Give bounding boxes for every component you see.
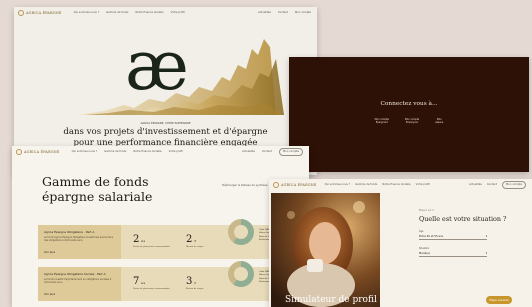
brand-name: AGRICA ÉPARGNE bbox=[281, 182, 317, 187]
simulator-form: Étape 1 sur 4 Quelle est votre situation… bbox=[419, 209, 506, 257]
account-button[interactable]: Mon compte bbox=[501, 181, 526, 189]
logo-icon bbox=[273, 182, 279, 188]
age-select[interactable]: Entre 40 et 55 ans ▾ bbox=[419, 235, 487, 240]
allocation-donut-chart bbox=[228, 261, 254, 287]
connect-option-sublabel: Épargnant bbox=[375, 120, 388, 124]
fund-risk-unit: /7 bbox=[194, 282, 197, 285]
fund-description: Le fonds Agrica Épargne Obligataire inve… bbox=[44, 236, 114, 243]
logo-icon bbox=[16, 149, 22, 155]
fund-description: Le fonds investit majoritairement en obl… bbox=[44, 278, 112, 285]
connect-option-epargnant[interactable]: Mon compte Épargnant bbox=[375, 118, 389, 124]
fund-duration-unit: ans bbox=[141, 240, 146, 243]
fund-duration-value: 7 bbox=[133, 276, 140, 287]
nav-link-contact[interactable]: Contact bbox=[262, 150, 272, 153]
hero-monogram: æ bbox=[125, 27, 189, 106]
connect-option-sublabel: Employeur bbox=[405, 120, 419, 124]
fund-risk-unit: /7 bbox=[194, 240, 197, 243]
nav-item-votre-profil[interactable]: Votre profil bbox=[416, 183, 430, 186]
nav-link-actualites[interactable]: Actualités bbox=[469, 183, 482, 186]
woman-portrait-image bbox=[271, 193, 380, 307]
simulator-title: Simulateur de profil bbox=[285, 295, 377, 305]
situation-select[interactable]: Marié(e) ▾ bbox=[419, 252, 487, 257]
question-heading: Quelle est votre situation ? bbox=[419, 215, 507, 223]
fund-more-link[interactable]: Voir plus bbox=[44, 251, 55, 254]
nav-item-votre-profil[interactable]: Votre profil bbox=[169, 150, 183, 153]
top-nav: AGRICA ÉPARGNE Qui sommes-nous ? Gamme d… bbox=[269, 179, 532, 191]
nav-item-gamme-de-fonds[interactable]: Gamme de fonds bbox=[104, 150, 126, 153]
step-indicator: Étape 1 sur 4 bbox=[419, 209, 434, 212]
fund-duration-value: 2 bbox=[133, 234, 140, 245]
top-nav: AGRICA ÉPARGNE Qui sommes-nous ? Gamme d… bbox=[12, 146, 309, 158]
funds-window: AGRICA ÉPARGNE Qui sommes-nous ? Gamme d… bbox=[12, 146, 309, 307]
situation-field: Situation Marié(e) ▾ bbox=[419, 247, 487, 257]
fund-risk-value: 3 bbox=[186, 276, 193, 287]
fund-risk-label: Niveau de risque bbox=[186, 288, 204, 290]
age-field: Âge Entre 40 et 55 ans ▾ bbox=[419, 230, 487, 240]
fund-duration-label: Durée de placement recommandée bbox=[133, 288, 170, 290]
fund-duration-label: Durée de placement recommandée bbox=[133, 246, 170, 248]
situation-label: Situation bbox=[419, 247, 430, 250]
nav-link-actualites[interactable]: Actualités bbox=[242, 150, 255, 153]
fund-risk-label: Niveau de risque bbox=[186, 246, 204, 248]
simulator-window: AGRICA ÉPARGNE Qui sommes-nous ? Gamme d… bbox=[269, 179, 532, 307]
connect-option-sublabel: espace bbox=[435, 120, 444, 124]
nav-item-finance-durable[interactable]: Notre finance durable bbox=[382, 183, 410, 186]
connect-option-espace[interactable]: Mon espace bbox=[435, 118, 443, 124]
age-label: Âge bbox=[419, 230, 424, 233]
connect-option-employeur[interactable]: Mon compte Employeur bbox=[405, 118, 419, 124]
account-button[interactable]: Mon compte bbox=[278, 148, 303, 156]
brand-name: AGRICA ÉPARGNE bbox=[24, 149, 60, 154]
hero-heading-line-1: dans vos projets d'investissement et d'é… bbox=[63, 127, 268, 137]
hero-subtitle: AGRICA ÉPARGNE, VOTRE PARTENAIRE bbox=[140, 122, 191, 125]
brand-logo[interactable]: AGRICA ÉPARGNE bbox=[273, 182, 317, 188]
chevron-down-icon: ▾ bbox=[485, 252, 487, 255]
nav-link-contact[interactable]: Contact bbox=[487, 183, 497, 186]
fund-duration-unit: ans bbox=[141, 282, 146, 285]
page-title-line-2: épargne salariale bbox=[42, 189, 153, 204]
page-title: Gamme de fonds épargne salariale bbox=[42, 174, 152, 204]
nav-item-qui-sommes-nous[interactable]: Qui sommes-nous ? bbox=[325, 183, 351, 186]
next-step-button[interactable]: Étape suivante bbox=[486, 296, 512, 304]
nav-item-qui-sommes-nous[interactable]: Qui sommes-nous ? bbox=[72, 150, 98, 153]
situation-select-value: Marié(e) bbox=[419, 252, 430, 255]
fund-title: Agrica Épargne Obligataire Sociale · Par… bbox=[44, 272, 106, 276]
connect-window: Connectez vous à... Mon compte Épargnant… bbox=[289, 57, 529, 172]
simulator-photo: Simulateur de profil bbox=[271, 193, 380, 307]
connect-options: Mon compte Épargnant Mon compte Employeu… bbox=[289, 118, 529, 124]
fund-more-link[interactable]: Voir plus bbox=[44, 293, 55, 296]
allocation-donut-chart bbox=[228, 219, 254, 245]
age-select-value: Entre 40 et 55 ans bbox=[419, 235, 444, 238]
fund-risk-value: 2 bbox=[186, 234, 193, 245]
chevron-down-icon: ▾ bbox=[485, 235, 487, 238]
connect-title: Connectez vous à... bbox=[380, 101, 438, 107]
brand-logo[interactable]: AGRICA ÉPARGNE bbox=[16, 149, 60, 155]
nav-item-gamme-de-fonds[interactable]: Gamme de fonds bbox=[355, 183, 377, 186]
fund-title: Agrica Épargne Obligataire · Part A bbox=[44, 230, 95, 234]
page-title-line-1: Gamme de fonds bbox=[42, 174, 149, 189]
download-summary-link[interactable]: Télécharger le tableau de synthèse bbox=[222, 184, 267, 187]
nav-item-finance-durable[interactable]: Notre finance durable bbox=[133, 150, 161, 153]
